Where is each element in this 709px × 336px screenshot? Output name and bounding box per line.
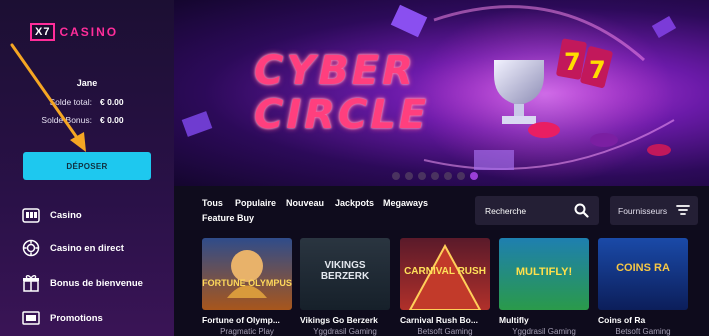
game-tile[interactable]: CARNIVAL RUSH Carnival Rush Bo... Betsof… [400, 238, 490, 336]
banner-title-line2: CIRCLE [254, 92, 430, 138]
game-provider: Betsoft Gaming [417, 327, 473, 336]
carousel-dot[interactable] [418, 172, 426, 180]
category-all[interactable]: Tous [202, 198, 223, 208]
carousel-dot[interactable] [405, 172, 413, 180]
providers-label: Fournisseurs [618, 205, 668, 216]
game-tile[interactable]: MULTIFLY! Multifly Yggdrasil Gaming [499, 238, 589, 336]
game-art-title: FORTUNE OLYMPUS [202, 278, 292, 288]
game-art-title: MULTIFLY! [515, 266, 573, 278]
promo-icon [22, 309, 40, 327]
promo-banner[interactable]: 7 7 CYBER CIRCLE [174, 0, 709, 186]
game-thumbnail[interactable]: CARNIVAL RUSH [400, 238, 490, 310]
nav-item-live-casino[interactable]: Casino en direct [22, 238, 124, 258]
total-balance-value: € 0.00 [100, 97, 124, 107]
carousel-dots[interactable] [392, 172, 478, 180]
carousel-dot[interactable] [457, 172, 465, 180]
game-tile[interactable]: FORTUNE OLYMPUS Fortune of Olymp... Prag… [202, 238, 292, 336]
carousel-dot[interactable] [431, 172, 439, 180]
bonus-balance-label: Solde Bonus: [41, 115, 92, 125]
filter-icon [676, 204, 690, 218]
search-placeholder: Recherche [485, 205, 527, 216]
slot-machine-icon [22, 206, 40, 224]
game-thumbnail[interactable]: FORTUNE OLYMPUS [202, 238, 292, 310]
logo-mark: X7 [30, 23, 56, 41]
game-art-title: COINS RA [616, 262, 670, 274]
game-name: Fortune of Olymp... [202, 315, 280, 325]
game-art-title: CARNIVAL RUSH [404, 266, 486, 277]
total-balance-row: Solde total: € 0.00 [0, 97, 174, 107]
carousel-dot[interactable] [444, 172, 452, 180]
game-provider: Yggdrasil Gaming [313, 327, 377, 336]
chip-icon [22, 239, 40, 257]
game-provider: Pragmatic Play [220, 327, 274, 336]
game-name: Multifly [499, 315, 529, 325]
category-new[interactable]: Nouveau [286, 198, 324, 208]
search-icon[interactable] [574, 203, 589, 223]
category-jackpots[interactable]: Jackpots [335, 198, 374, 208]
nav-item-casino[interactable]: Casino [22, 205, 82, 225]
carousel-dot[interactable] [392, 172, 400, 180]
gift-icon [22, 274, 40, 292]
deposit-button[interactable]: DÉPOSER [23, 152, 151, 180]
game-tile[interactable]: VIKINGS BERZERK Vikings Go Berzerk Yggdr… [300, 238, 390, 336]
logo[interactable]: X7 CASINO [30, 22, 146, 42]
bonus-balance-row: Solde Bonus: € 0.00 [0, 115, 174, 125]
nav-item-label: Casino en direct [50, 242, 124, 254]
category-megaways[interactable]: Megaways [383, 198, 428, 208]
game-thumbnail[interactable]: VIKINGS BERZERK [300, 238, 390, 310]
game-art-title: VIKINGS BERZERK [320, 260, 370, 282]
svg-text:7: 7 [589, 56, 606, 84]
nav-item-promotions[interactable]: Promotions [22, 308, 103, 328]
providers-dropdown[interactable]: Fournisseurs [610, 196, 698, 225]
nav-item-label: Promotions [50, 312, 103, 324]
nav-item-welcome-bonus[interactable]: Bonus de bienvenue [22, 273, 143, 293]
total-balance-label: Solde total: [49, 97, 92, 107]
game-name: Carnival Rush Bo... [400, 315, 478, 325]
sidebar: X7 CASINO Jane Solde total: € 0.00 Solde… [0, 0, 174, 336]
game-provider: Betsoft Gaming [615, 327, 671, 336]
svg-text:7: 7 [564, 48, 581, 76]
game-name: Coins of Ra [598, 315, 646, 325]
game-thumbnail[interactable]: COINS RA [598, 238, 688, 310]
nav-item-label: Bonus de bienvenue [50, 277, 143, 289]
game-provider: Yggdrasil Gaming [512, 327, 576, 336]
search-input[interactable]: Recherche [475, 196, 599, 225]
nav-item-label: Casino [50, 209, 82, 221]
banner-title-line1: CYBER [254, 48, 416, 94]
logo-text: CASINO [59, 25, 119, 39]
category-popular[interactable]: Populaire [235, 198, 276, 208]
carousel-dot-active[interactable] [470, 172, 478, 180]
bonus-balance-value: € 0.00 [100, 115, 124, 125]
user-name: Jane [76, 78, 98, 88]
game-thumbnail[interactable]: MULTIFLY! [499, 238, 589, 310]
game-tile[interactable]: COINS RA Coins of Ra Betsoft Gaming [598, 238, 688, 336]
game-name: Vikings Go Berzerk [300, 315, 378, 325]
category-feature-buy[interactable]: Feature Buy [202, 213, 254, 223]
